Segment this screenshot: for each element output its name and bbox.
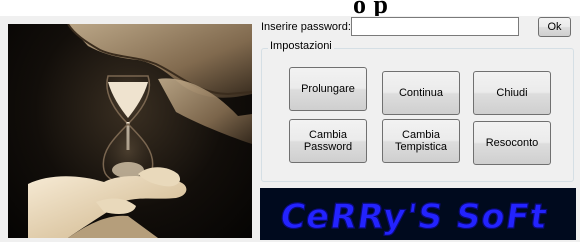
extend-button[interactable]: Prolungare: [289, 67, 367, 111]
ok-button[interactable]: Ok: [538, 17, 571, 37]
top-bar-text: o p: [353, 0, 389, 16]
change-timing-button[interactable]: Cambia Tempistica: [382, 119, 460, 163]
brand-logo: CeRRy'S SoFt: [260, 188, 576, 240]
close-button[interactable]: Chiudi: [473, 71, 551, 115]
password-input[interactable]: [351, 17, 519, 36]
brand-logo-text: CeRRy'S SoFt: [278, 197, 551, 237]
report-button[interactable]: Resoconto: [473, 121, 551, 165]
hourglass-photo: [8, 24, 252, 238]
app-window: Inserire password: Ok Impostazioni Prolu…: [0, 16, 580, 242]
change-password-button[interactable]: Cambia Password: [289, 119, 367, 163]
top-bar: o p: [0, 0, 580, 16]
password-label: Inserire password:: [261, 21, 351, 33]
hourglass-image: [28, 24, 252, 238]
settings-group-label: Impostazioni: [268, 40, 334, 52]
continue-button[interactable]: Continua: [382, 71, 460, 115]
brand-logo-graphic: CeRRy'S SoFt: [277, 197, 551, 238]
